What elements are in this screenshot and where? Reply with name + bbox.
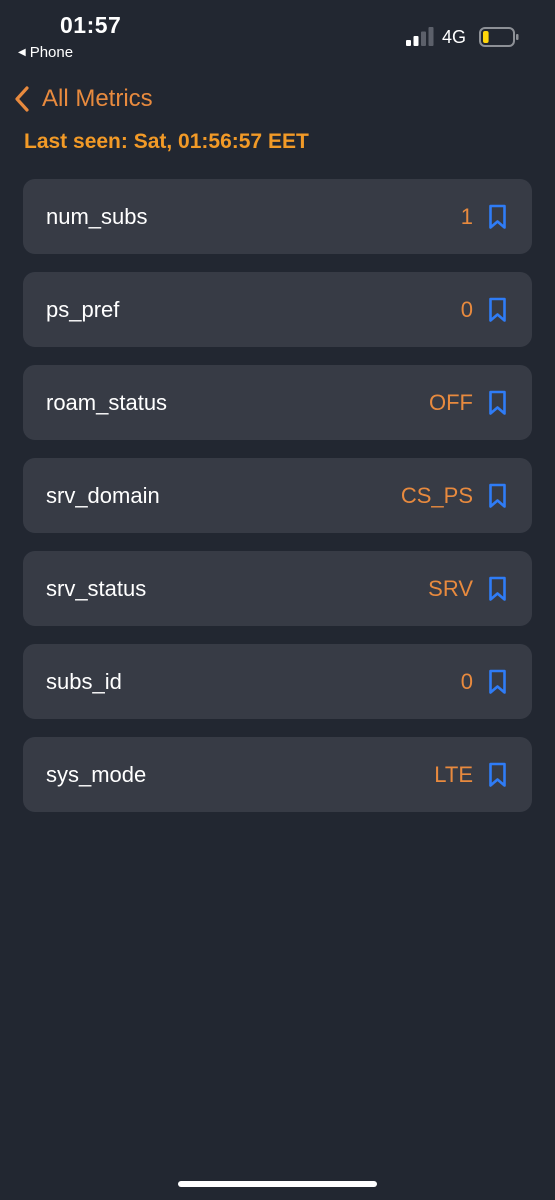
- metric-name: sys_mode: [46, 761, 147, 787]
- metric-value: LTE: [434, 761, 473, 787]
- metric-name: roam_status: [46, 389, 168, 415]
- status-time: 01:57: [60, 12, 122, 38]
- home-indicator[interactable]: [178, 1181, 377, 1187]
- metric-value: 0: [460, 668, 473, 694]
- signal-bar-3: [421, 31, 426, 46]
- signal-bar-4: [428, 27, 434, 46]
- metric-row-srv-domain[interactable]: srv_domain CS_PS: [23, 458, 532, 533]
- bookmark-icon[interactable]: [488, 390, 507, 416]
- metric-value: 0: [460, 296, 473, 322]
- metric-row-ps-pref[interactable]: ps_pref 0: [23, 272, 532, 347]
- signal-bar-1: [406, 40, 411, 46]
- bookmark-icon[interactable]: [488, 576, 507, 602]
- status-bar: 01:57 ◀ Phone 4G: [0, 0, 555, 70]
- back-app-label: Phone: [29, 44, 74, 61]
- metric-name: num_subs: [46, 203, 148, 229]
- signal-bar-2: [413, 36, 419, 46]
- metric-name: subs_id: [46, 668, 122, 694]
- metric-row-sys-mode[interactable]: sys_mode LTE: [23, 737, 532, 812]
- chevron-left-icon: [15, 86, 29, 112]
- metric-name: ps_pref: [46, 296, 120, 322]
- metric-name: srv_domain: [46, 482, 160, 508]
- metric-name: srv_status: [46, 575, 147, 601]
- bookmark-icon[interactable]: [488, 669, 507, 695]
- back-button-label: All Metrics: [42, 85, 153, 112]
- back-triangle-icon: ◀: [18, 46, 26, 58]
- metric-value: SRV: [428, 575, 473, 601]
- last-seen-label: Last seen: Sat, 01:56:57 EET: [24, 130, 309, 153]
- metric-value: CS_PS: [400, 482, 473, 508]
- back-to-app-link[interactable]: ◀ Phone: [18, 44, 73, 61]
- back-to-all-metrics-button[interactable]: All Metrics: [12, 82, 153, 116]
- bookmark-icon[interactable]: [488, 762, 507, 788]
- signal-strength-icon: [406, 27, 434, 46]
- battery-level: [483, 31, 489, 43]
- bookmark-icon[interactable]: [488, 297, 507, 323]
- metric-row-num-subs[interactable]: num_subs 1: [23, 179, 532, 254]
- metric-row-roam-status[interactable]: roam_status OFF: [23, 365, 532, 440]
- metric-list: num_subs 1 ps_pref 0 roam_status OFF srv…: [23, 179, 532, 830]
- bookmark-icon[interactable]: [488, 204, 507, 230]
- metric-row-srv-status[interactable]: srv_status SRV: [23, 551, 532, 626]
- metric-value: OFF: [429, 389, 473, 415]
- metric-row-subs-id[interactable]: subs_id 0: [23, 644, 532, 719]
- bookmark-icon[interactable]: [488, 483, 507, 509]
- battery-icon: [479, 27, 519, 47]
- network-type: 4G: [442, 27, 467, 47]
- metric-value: 1: [460, 203, 473, 229]
